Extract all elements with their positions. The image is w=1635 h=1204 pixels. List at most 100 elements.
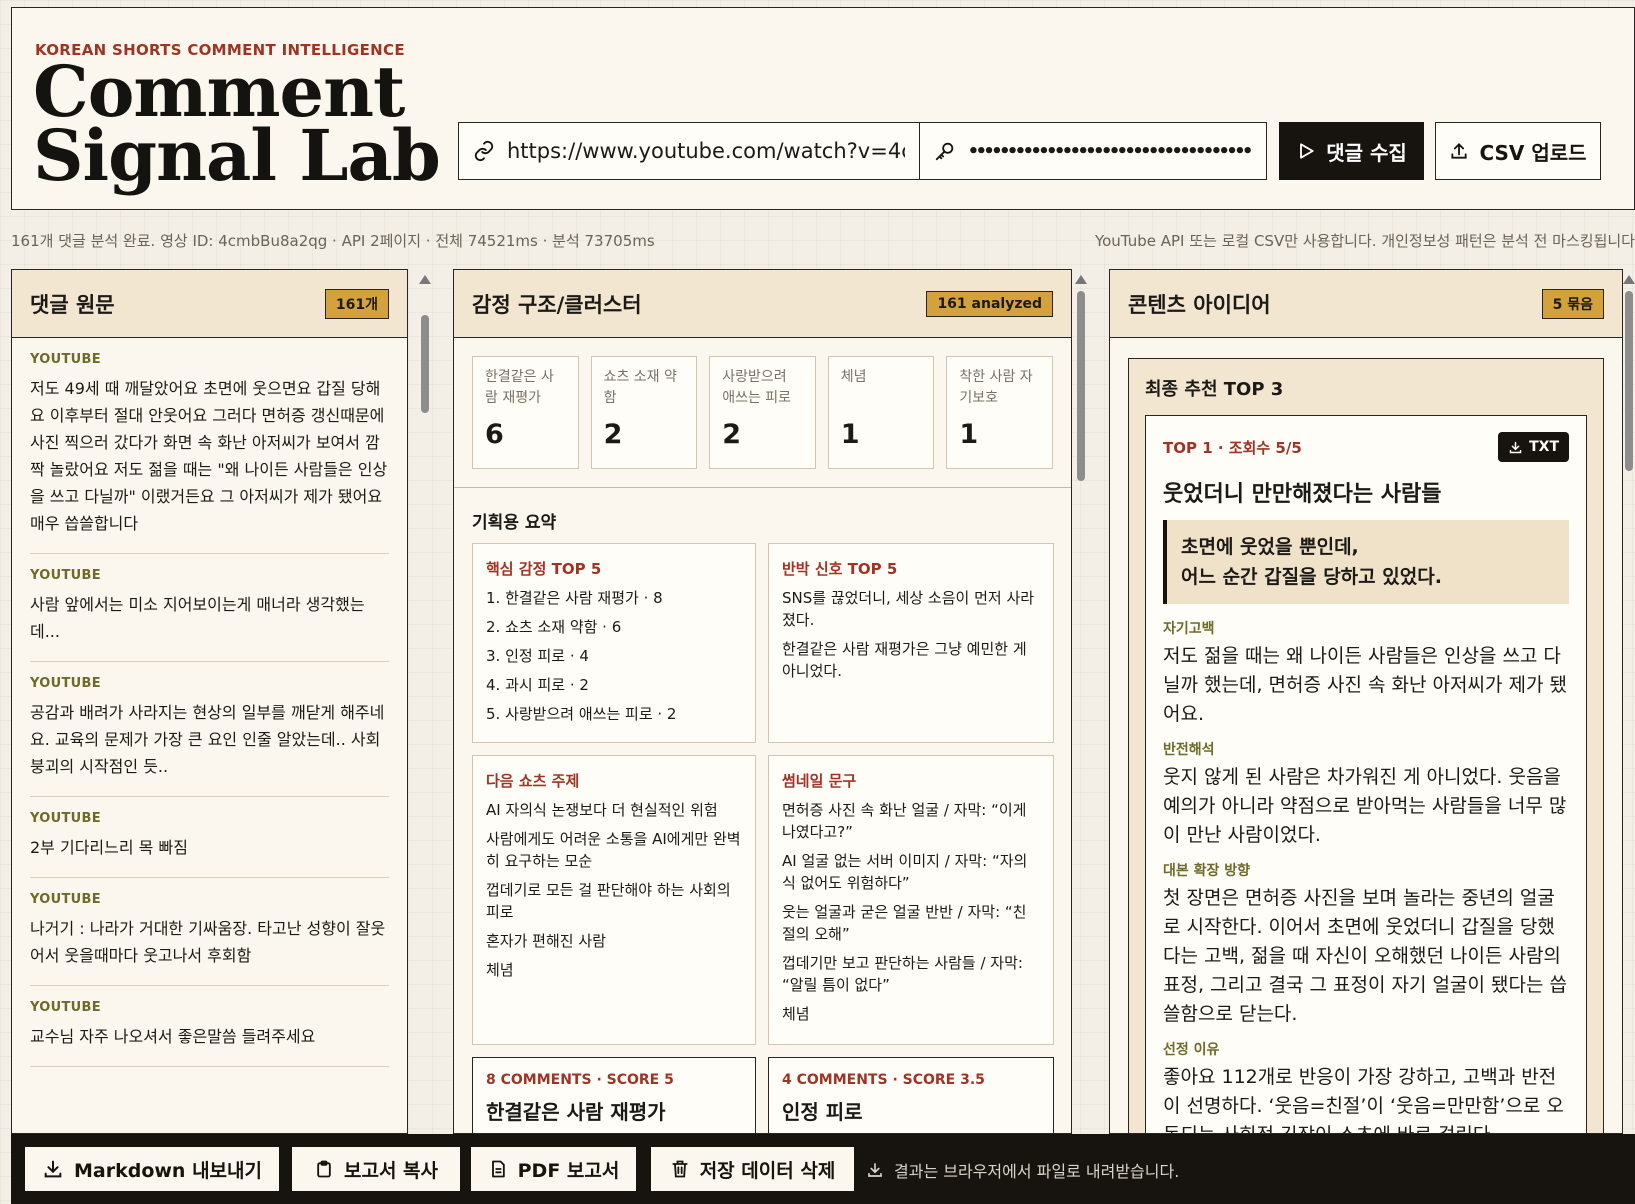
copy-report-label: 보고서 복사 <box>343 1159 438 1182</box>
idea-rank: TOP 1 · 조회수 5/5 <box>1163 438 1302 457</box>
stat-card: 쇼츠 소재 약함 2 <box>590 356 698 469</box>
card-title: 다음 쇼츠 주제 <box>486 772 580 790</box>
emotion-panel-title: 감정 구조/클러스터 <box>472 292 642 317</box>
csv-upload-label: CSV 업로드 <box>1479 140 1587 165</box>
stat-value: 1 <box>840 419 860 450</box>
copy-report-button[interactable]: 보고서 복사 <box>292 1147 460 1191</box>
markdown-export-button[interactable]: Markdown 내보내기 <box>25 1147 279 1191</box>
stat-label: 사랑받으려 애쓰는 피로 <box>722 369 792 406</box>
comment-text: 교수님 자주 나오셔서 좋은말씀 들려주세요 <box>30 1027 316 1046</box>
scrollbar-thumb[interactable] <box>421 315 429 413</box>
summary-card-next-topics: 다음 쇼츠 주제 AI 자의식 논쟁보다 더 현실적인 위험 사람에게도 어려운… <box>472 755 756 1045</box>
stat-value: 1 <box>959 419 979 450</box>
scrollbar-thumb[interactable] <box>1077 291 1085 481</box>
export-toolbar: Markdown 내보내기 보고서 복사 PDF 보고서 저장 데이터 삭제 결… <box>11 1134 1635 1204</box>
pdf-report-label: PDF 보고서 <box>517 1159 620 1182</box>
download-txt-button[interactable]: TXT <box>1498 432 1569 462</box>
emotion-scrollbar[interactable] <box>1075 269 1087 1134</box>
scroll-up-arrow-icon[interactable] <box>419 275 431 284</box>
collect-comments-button[interactable]: 댓글 수집 <box>1279 122 1424 180</box>
summary-title: 기획용 요약 <box>472 513 557 533</box>
api-key-input[interactable]: •••••••••••••••••••••••••••••••••••••• <box>919 122 1267 180</box>
comment-source: YOUTUBE <box>30 676 101 691</box>
trash-icon <box>670 1158 690 1180</box>
download-txt-label: TXT <box>1529 439 1559 455</box>
card-line: 4. 과시 피로 · 2 <box>486 676 589 694</box>
idea-title: 웃었더니 만만해졌다는 사람들 <box>1163 482 1442 507</box>
quote-line: 초면에 웃었을 뿐인데, <box>1181 536 1359 558</box>
idea-card: TOP 1 · 조회수 5/5 TXT 웃었더니 만만해졌다는 사람들 초면에 … <box>1145 415 1587 1133</box>
comment-item: YOUTUBE 저도 49세 때 깨달았어요 초면에 웃으면요 갑질 당해요 이… <box>30 338 389 554</box>
analyzed-count-badge: 161 analyzed <box>926 290 1053 317</box>
cluster-card[interactable]: 8 COMMENTS · SCORE 5 한결같은 사람 재평가 <box>472 1057 756 1133</box>
comment-source: YOUTUBE <box>30 568 101 583</box>
download-icon <box>42 1158 64 1180</box>
card-line: 웃는 얼굴과 굳은 얼굴 반반 / 자막: “친절의 오해” <box>782 903 1027 943</box>
card-title: 썸네일 문구 <box>782 772 857 790</box>
emotion-panel: 감정 구조/클러스터 161 analyzed 한결같은 사람 재평가 6 쇼츠… <box>453 269 1072 1134</box>
comment-text: 공감과 배려가 사라지는 현상의 일부를 깨닫게 해주네요. 교육의 문제가 가… <box>30 703 385 776</box>
section-text: 저도 젊을 때는 왜 나이든 사람들은 인상을 쓰고 다닐까 했는데, 면허증 … <box>1163 645 1567 725</box>
ideas-panel-header: 콘텐츠 아이디어 5 묶음 <box>1110 270 1622 338</box>
stat-card: 한결같은 사람 재평가 6 <box>472 356 579 469</box>
scroll-up-arrow-icon[interactable] <box>1623 275 1635 284</box>
delete-saved-data-button[interactable]: 저장 데이터 삭제 <box>651 1147 854 1191</box>
pdf-report-button[interactable]: PDF 보고서 <box>471 1147 636 1191</box>
comment-source: YOUTUBE <box>30 892 101 907</box>
comment-text: 저도 49세 때 깨달았어요 초면에 웃으면요 갑질 당해요 이후부터 절대 안… <box>30 379 388 533</box>
card-line: AI 얼굴 없는 서버 이미지 / 자막: “자의식 없어도 위험하다” <box>782 852 1028 892</box>
comment-source: YOUTUBE <box>30 352 101 367</box>
stat-value: 2 <box>603 419 623 450</box>
comments-panel: 댓글 원문 161개 YOUTUBE 저도 49세 때 깨달았어요 초면에 웃으… <box>11 269 408 1134</box>
download-icon <box>866 1161 884 1179</box>
scrollbar-thumb[interactable] <box>1625 291 1633 471</box>
stat-card: 사랑받으려 애쓰는 피로 2 <box>709 356 816 469</box>
card-line: 1. 한결같은 사람 재평가 · 8 <box>486 589 663 607</box>
comment-list: YOUTUBE 저도 49세 때 깨달았어요 초면에 웃으면요 갑질 당해요 이… <box>12 338 407 1067</box>
comments-count-badge: 161개 <box>324 288 389 319</box>
cluster-meta: 8 COMMENTS · SCORE 5 <box>486 1072 674 1088</box>
top3-section: 최종 추천 TOP 3 TOP 1 · 조회수 5/5 TXT 웃었더니 만만해… <box>1128 358 1604 1133</box>
section-text: 웃지 않게 된 사람은 차가워진 게 아니었다. 웃음을 예의가 아니라 약점으… <box>1163 766 1567 846</box>
stat-card: 체념 1 <box>827 356 935 469</box>
ideas-panel-title: 콘텐츠 아이디어 <box>1128 292 1271 317</box>
stat-label: 착한 사람 자기보호 <box>959 369 1033 406</box>
comment-text: 사람 앞에서는 미소 지어보이는게 매너라 생각했는데... <box>30 595 365 641</box>
comment-source: YOUTUBE <box>30 811 101 826</box>
api-key-value: •••••••••••••••••••••••••••••••••••••• <box>968 140 1252 162</box>
ideas-panel: 콘텐츠 아이디어 5 묶음 최종 추천 TOP 3 TOP 1 · 조회수 5/… <box>1109 269 1623 1134</box>
comment-item: YOUTUBE 교수님 자주 나오셔서 좋은말씀 들려주세요 <box>30 986 389 1067</box>
youtube-url-input[interactable]: https://www.youtube.com/watch?v=4cmbBu8a… <box>458 122 920 180</box>
card-title: 반박 신호 TOP 5 <box>782 560 898 578</box>
delete-saved-data-label: 저장 데이터 삭제 <box>699 1159 836 1182</box>
card-line: 3. 인정 피로 · 4 <box>486 647 589 665</box>
cluster-name: 인정 피로 <box>782 1100 863 1124</box>
stat-label: 체념 <box>840 369 867 385</box>
cluster-card[interactable]: 4 COMMENTS · SCORE 3.5 인정 피로 <box>768 1057 1054 1133</box>
card-line: 5. 사랑받으려 애쓰는 피로 · 2 <box>486 705 677 723</box>
quote-line: 어느 순간 갑질을 당하고 있었다. <box>1181 566 1442 588</box>
scroll-up-arrow-icon[interactable] <box>1075 275 1087 284</box>
ideas-scrollbar[interactable] <box>1623 269 1635 1134</box>
card-line: 혼자가 편해진 사람 <box>486 932 606 950</box>
card-line: 껍데기로 모든 걸 판단해야 하는 사회의 피로 <box>486 881 731 921</box>
privacy-notice: YouTube API 또는 로컬 CSV만 사용합니다. 개인정보성 패턴은 … <box>1094 232 1635 250</box>
analysis-status: 161개 댓글 분석 완료. 영상 ID: 4cmbBu8a2qg · API … <box>11 232 655 250</box>
card-line: 껍데기만 보고 판단하는 사람들 / 자막: “알릴 틈이 없다” <box>782 954 1023 994</box>
csv-upload-button[interactable]: CSV 업로드 <box>1435 122 1601 180</box>
url-value: https://www.youtube.com/watch?v=4cmbBu8a… <box>507 139 905 163</box>
section-text: 첫 장면은 면허증 사진을 보며 놀라는 중년의 얼굴로 시작한다. 이어서 초… <box>1163 887 1567 1025</box>
comment-item: YOUTUBE 공감과 배려가 사라지는 현상의 일부를 깨닫게 해주네요. 교… <box>30 662 389 797</box>
comment-text: 나거기 : 나라가 거대한 기싸움장. 타고난 성향이 잘웃어서 웃을때마다 웃… <box>30 919 386 965</box>
section-heading: 선정 이유 <box>1163 1042 1220 1058</box>
card-title: 핵심 감정 TOP 5 <box>486 560 602 578</box>
stat-label: 쇼츠 소재 약함 <box>603 369 677 406</box>
card-line: 체념 <box>486 961 514 979</box>
emotion-panel-header: 감정 구조/클러스터 161 analyzed <box>454 270 1071 338</box>
summary-card-thumbnail-copy: 썸네일 문구 면허증 사진 속 화난 얼굴 / 자막: “이게 나였다고?” A… <box>768 755 1054 1045</box>
markdown-export-label: Markdown 내보내기 <box>73 1159 262 1182</box>
comment-item: YOUTUBE 나거기 : 나라가 거대한 기싸움장. 타고난 성향이 잘웃어서… <box>30 878 389 986</box>
download-icon <box>1508 440 1523 455</box>
comments-scrollbar[interactable] <box>419 269 431 1134</box>
comment-text: 2부 기다리느리 목 빠짐 <box>30 838 188 857</box>
